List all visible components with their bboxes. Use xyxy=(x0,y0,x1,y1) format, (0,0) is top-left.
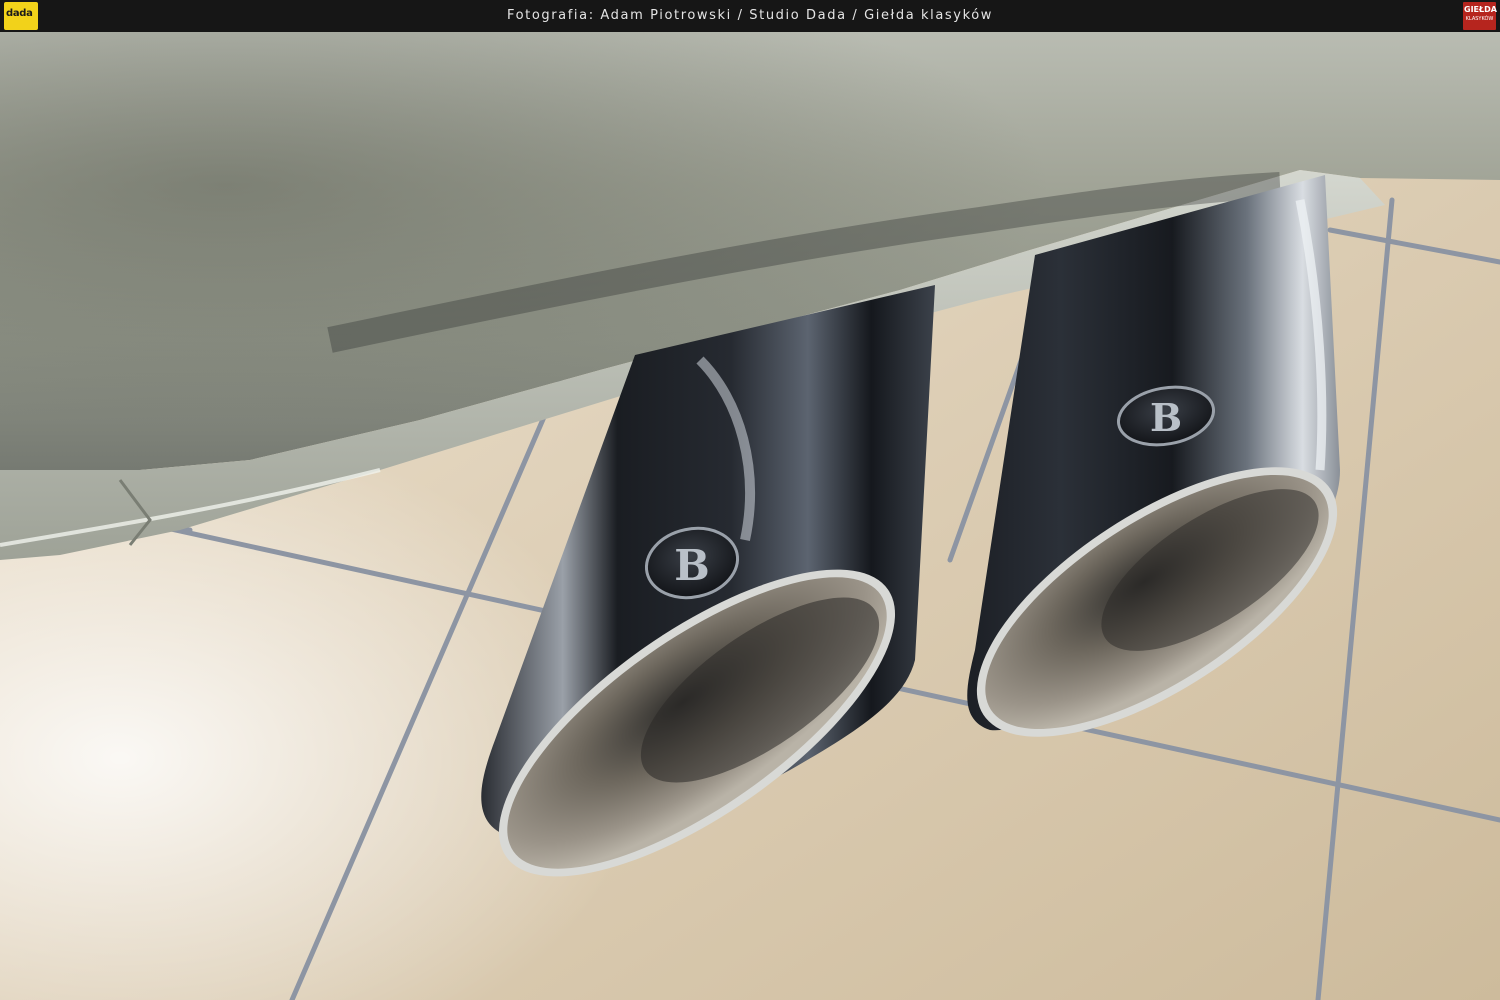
emblem-right-letter: B xyxy=(1150,395,1182,440)
gielda-logo-title: GIEŁDA xyxy=(1464,5,1497,14)
gielda-klasykow-logo: GIEŁDA KLASYKÓW xyxy=(1463,2,1497,30)
gielda-logo-subtitle: KLASYKÓW xyxy=(1465,16,1494,22)
emblem-left-letter: B xyxy=(674,541,710,590)
photo-credit: Fotografia: Adam Piotrowski / Studio Dad… xyxy=(506,8,994,23)
photo-credit-bar: dada Fotografia: Adam Piotrowski / Studi… xyxy=(0,0,1500,32)
exhaust-photo: B B xyxy=(0,32,1500,1000)
